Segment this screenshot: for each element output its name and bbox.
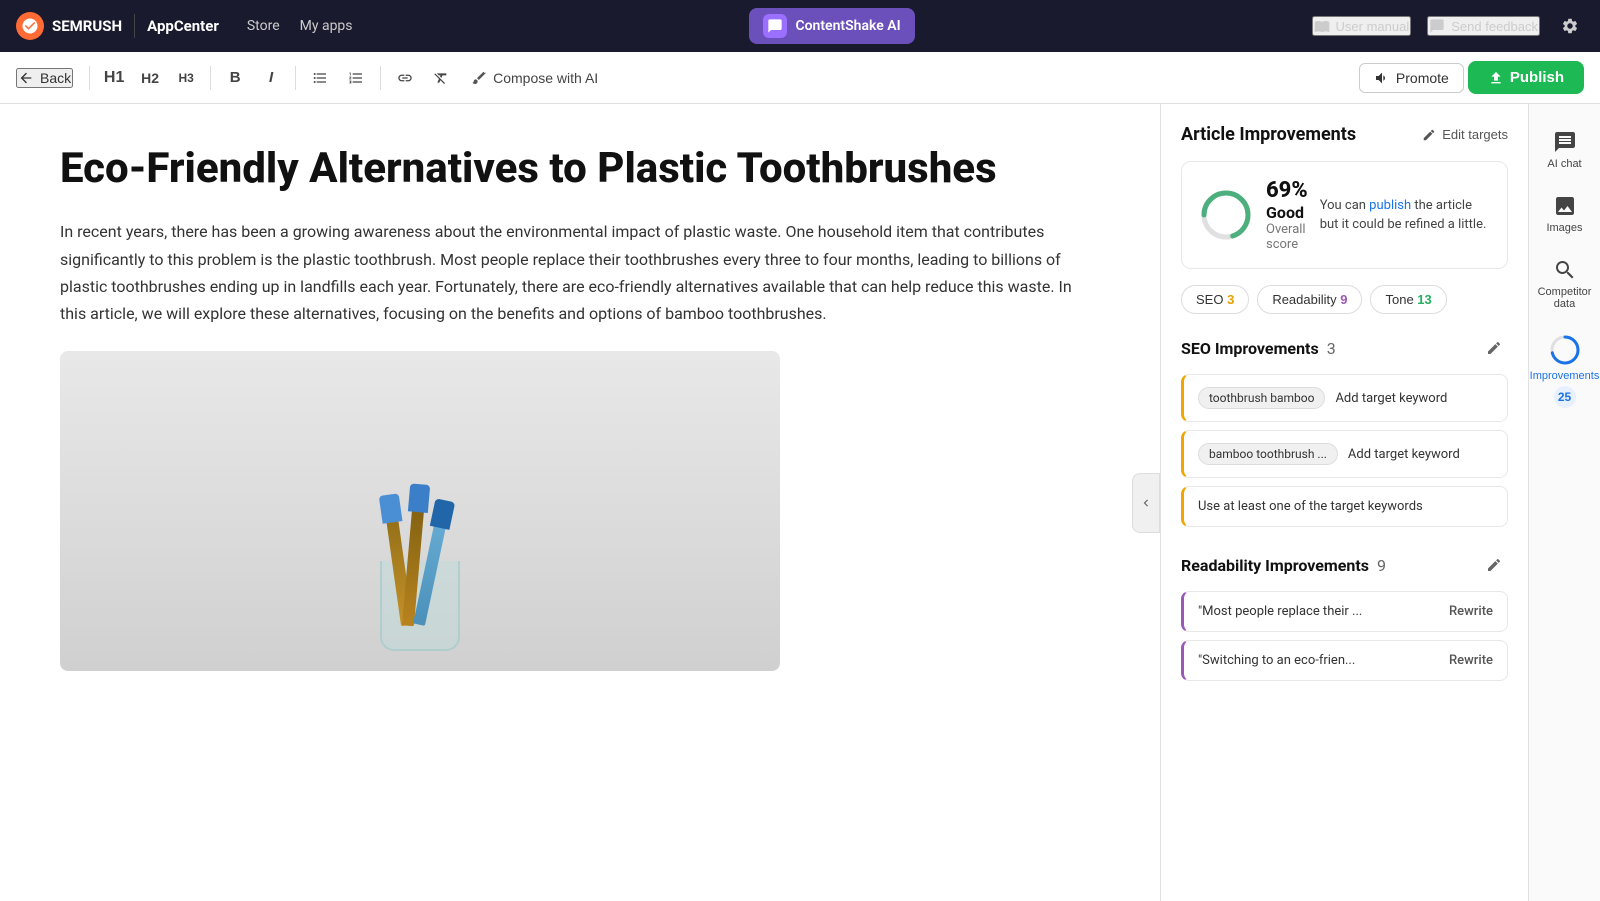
format-clear-button[interactable] bbox=[425, 62, 457, 94]
app-name: ContentShake AI bbox=[795, 18, 900, 34]
publish-button[interactable]: Publish bbox=[1468, 61, 1584, 94]
edit-targets-button[interactable]: Edit targets bbox=[1422, 127, 1508, 142]
back-label: Back bbox=[40, 70, 71, 86]
seo-card-3-text: Use at least one of the target keywords bbox=[1198, 499, 1493, 514]
readability-improvements-section: Readability Improvements 9 "Most people … bbox=[1181, 551, 1508, 681]
article-image bbox=[60, 351, 780, 671]
readability-card-2[interactable]: "Switching to an eco-frien... Rewrite bbox=[1181, 640, 1508, 681]
tone-count: 13 bbox=[1417, 292, 1431, 307]
publish-label: Publish bbox=[1510, 69, 1564, 86]
readability-tab[interactable]: Readability 9 bbox=[1257, 285, 1362, 314]
score-info: 69% Good Overall score bbox=[1266, 178, 1308, 252]
right-panel: Article Improvements Edit targets 69% bbox=[1160, 104, 1600, 901]
seo-card-2-action: Add target keyword bbox=[1348, 447, 1493, 462]
bold-button[interactable]: B bbox=[219, 62, 251, 94]
nav-divider bbox=[134, 14, 135, 38]
contentshake-icon bbox=[763, 14, 787, 38]
store-link[interactable]: Store bbox=[247, 18, 280, 34]
ai-chat-button[interactable]: AI chat bbox=[1535, 120, 1595, 180]
seo-improvements-section: SEO Improvements 3 toothbrush bamboo Add… bbox=[1181, 334, 1508, 527]
overall-score-label: Overall score bbox=[1266, 222, 1308, 252]
seo-tab[interactable]: SEO 3 bbox=[1181, 285, 1249, 314]
promote-label: Promote bbox=[1396, 70, 1449, 86]
semrush-logo-icon bbox=[16, 12, 44, 40]
promote-button[interactable]: Promote bbox=[1359, 63, 1464, 93]
seo-card-3[interactable]: Use at least one of the target keywords bbox=[1181, 486, 1508, 527]
ai-chat-label: AI chat bbox=[1547, 158, 1581, 170]
score-tabs: SEO 3 Readability 9 Tone 13 bbox=[1181, 285, 1508, 314]
toolbar-separator-1 bbox=[89, 66, 90, 90]
seo-improvements-title: SEO Improvements 3 bbox=[1181, 339, 1336, 358]
seo-edit-button[interactable] bbox=[1480, 334, 1508, 362]
appcenter-label: AppCenter bbox=[147, 17, 219, 35]
editor-toolbar: Back H1 H2 H3 B I Compose with AI Promot… bbox=[0, 52, 1600, 104]
keyword-tag-2: bamboo toothbrush ... bbox=[1198, 443, 1338, 465]
toolbar-separator-2 bbox=[210, 66, 211, 90]
competitor-data-label: Competitor data bbox=[1538, 286, 1592, 310]
back-button[interactable]: Back bbox=[16, 68, 73, 88]
readability-card-2-action: Rewrite bbox=[1449, 653, 1493, 668]
readability-count: 9 bbox=[1340, 292, 1347, 307]
semrush-brand: SEMRUSH bbox=[52, 17, 122, 35]
edit-targets-label: Edit targets bbox=[1442, 127, 1508, 142]
readability-card-1-action: Rewrite bbox=[1449, 604, 1493, 619]
top-nav: SEMRUSH AppCenter Store My apps ContentS… bbox=[0, 0, 1600, 52]
heading1-button[interactable]: H1 bbox=[98, 62, 130, 94]
heading2-button[interactable]: H2 bbox=[134, 62, 166, 94]
user-manual-label: User manual bbox=[1336, 19, 1410, 34]
panel-title: Article Improvements bbox=[1181, 124, 1356, 145]
readability-card-1[interactable]: "Most people replace their ... Rewrite bbox=[1181, 591, 1508, 632]
publish-link[interactable]: publish bbox=[1369, 198, 1411, 213]
editor-area[interactable]: Eco-Friendly Alternatives to Plastic Too… bbox=[0, 104, 1160, 901]
user-manual-btn[interactable]: User manual bbox=[1312, 16, 1412, 36]
keyword-tag-1: toothbrush bamboo bbox=[1198, 387, 1325, 409]
score-section: 69% Good Overall score You can publish t… bbox=[1181, 161, 1508, 269]
send-feedback-btn[interactable]: Send feedback bbox=[1427, 16, 1540, 36]
score-value: 69% Good bbox=[1266, 178, 1308, 222]
competitor-data-button[interactable]: Competitor data bbox=[1535, 248, 1595, 320]
readability-improvements-title: Readability Improvements 9 bbox=[1181, 556, 1386, 575]
italic-button[interactable]: I bbox=[255, 62, 287, 94]
main-layout: Eco-Friendly Alternatives to Plastic Too… bbox=[0, 104, 1600, 901]
seo-card-2[interactable]: bamboo toothbrush ... Add target keyword bbox=[1181, 430, 1508, 478]
unordered-list-button[interactable] bbox=[304, 62, 336, 94]
article-body[interactable]: In recent years, there has been a growin… bbox=[60, 218, 1100, 327]
settings-gear-icon[interactable] bbox=[1556, 12, 1584, 40]
ordered-list-button[interactable] bbox=[340, 62, 372, 94]
app-badge[interactable]: ContentShake AI bbox=[749, 8, 914, 44]
link-button[interactable] bbox=[389, 62, 421, 94]
heading3-button[interactable]: H3 bbox=[170, 62, 202, 94]
seo-card-1-action: Add target keyword bbox=[1335, 391, 1493, 406]
compose-ai-label: Compose with AI bbox=[493, 70, 598, 86]
readability-improvements-header: Readability Improvements 9 bbox=[1181, 551, 1508, 579]
send-feedback-label: Send feedback bbox=[1451, 19, 1538, 34]
readability-card-2-quote: "Switching to an eco-frien... bbox=[1198, 653, 1439, 668]
article-title[interactable]: Eco-Friendly Alternatives to Plastic Too… bbox=[60, 144, 1100, 194]
nav-links: Store My apps bbox=[247, 18, 353, 34]
panel-collapse-toggle[interactable] bbox=[1132, 473, 1160, 533]
side-icons-panel: AI chat Images Competitor data bbox=[1528, 104, 1600, 901]
brand-logo: SEMRUSH AppCenter bbox=[16, 12, 219, 40]
readability-card-1-quote: "Most people replace their ... bbox=[1198, 604, 1439, 619]
improvements-button[interactable]: Improvements 25 bbox=[1535, 324, 1595, 418]
nav-right: User manual Send feedback bbox=[1312, 12, 1584, 40]
seo-improvements-header: SEO Improvements 3 bbox=[1181, 334, 1508, 362]
compose-with-ai-button[interactable]: Compose with AI bbox=[461, 64, 608, 92]
score-description: You can publish the article but it could… bbox=[1320, 196, 1491, 235]
toolbar-separator-3 bbox=[295, 66, 296, 90]
images-label: Images bbox=[1546, 222, 1582, 234]
myapps-link[interactable]: My apps bbox=[300, 18, 353, 34]
readability-edit-button[interactable] bbox=[1480, 551, 1508, 579]
images-button[interactable]: Images bbox=[1535, 184, 1595, 244]
score-ring bbox=[1198, 187, 1254, 243]
improvements-label: Improvements bbox=[1530, 370, 1600, 382]
seo-card-1[interactable]: toothbrush bamboo Add target keyword bbox=[1181, 374, 1508, 422]
toolbar-separator-4 bbox=[380, 66, 381, 90]
seo-count: 3 bbox=[1227, 292, 1234, 307]
panel-header: Article Improvements Edit targets bbox=[1181, 124, 1508, 145]
toothbrush-illustration bbox=[60, 351, 780, 671]
improvements-count-badge: 25 bbox=[1554, 386, 1576, 408]
improvements-panel: Article Improvements Edit targets 69% bbox=[1161, 104, 1528, 901]
tone-tab[interactable]: Tone 13 bbox=[1370, 285, 1446, 314]
